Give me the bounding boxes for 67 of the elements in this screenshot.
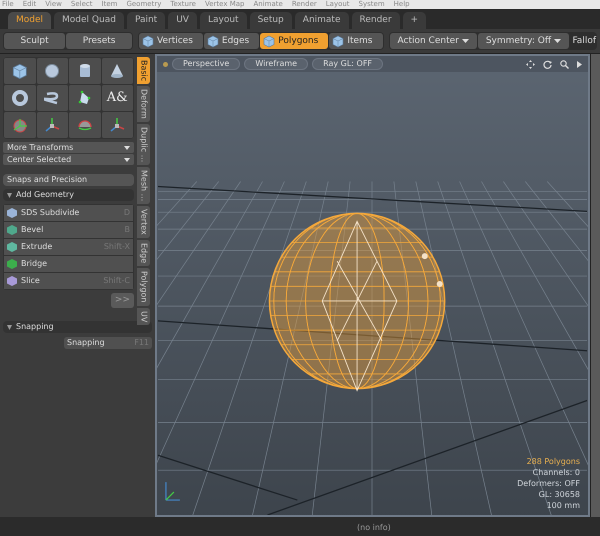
status-text: (no info): [357, 522, 391, 534]
move-icon[interactable]: [526, 60, 535, 68]
viewport-button[interactable]: Perspective: [172, 58, 240, 70]
tab[interactable]: Render: [352, 12, 400, 29]
tool-button[interactable]: Bridge: [4, 256, 133, 272]
side-tab[interactable]: Mesh ...: [137, 167, 150, 204]
toolbar-label[interactable]: Fallof: [572, 33, 596, 49]
dropdown-button[interactable]: Symmetry: Off: [478, 33, 570, 49]
viewport[interactable]: Perspective Wireframe Ray GL: OFF 288 Polygons Channels: 0 Deformers: OFF GL: 30658 100 mm: [155, 54, 590, 517]
info-text: 288 Polygons: [526, 456, 580, 467]
side-tab[interactable]: Duplic ...: [137, 124, 150, 166]
spiral-icon[interactable]: [44, 90, 60, 106]
cube-icon: [332, 34, 344, 48]
dropdown[interactable]: More Transforms: [3, 142, 134, 153]
side-tab[interactable]: Edge: [137, 240, 150, 266]
tab[interactable]: Setup: [250, 12, 292, 29]
toolbar-button[interactable]: Sculpt: [4, 33, 66, 49]
caret-icon: [462, 39, 469, 43]
mode-button[interactable]: Edges: [204, 33, 260, 49]
tab[interactable]: Paint: [126, 12, 166, 29]
caret-icon: [124, 158, 130, 162]
axes-icon[interactable]: [109, 117, 126, 133]
cone-icon[interactable]: [109, 63, 126, 79]
cube-icon: [263, 34, 276, 48]
caret-icon: [124, 146, 130, 150]
tab[interactable]: Layout: [200, 12, 247, 29]
search-icon[interactable]: [560, 60, 569, 68]
tab[interactable]: Model: [8, 12, 52, 29]
side-tab[interactable]: Basic: [137, 57, 150, 84]
play-arrow-icon[interactable]: [577, 60, 582, 68]
pen-icon[interactable]: [76, 90, 93, 106]
expand-arrow-icon: [7, 192, 12, 198]
section-header[interactable]: Snapping: [3, 321, 152, 333]
side-tab[interactable]: UV: [137, 308, 150, 326]
rotate-icon[interactable]: [543, 60, 552, 68]
tab[interactable]: Animate: [294, 12, 348, 29]
snaps-button[interactable]: Snaps and Precision: [3, 174, 134, 186]
mode-button[interactable]: Polygons: [260, 33, 328, 49]
sphere-icon[interactable]: [44, 63, 60, 79]
caret-icon: [554, 39, 562, 43]
viewport-button[interactable]: Ray GL: OFF: [312, 58, 384, 70]
cube-icon: [142, 34, 154, 48]
toolbar-button[interactable]: Presets: [66, 33, 132, 49]
axes-icon[interactable]: [44, 117, 60, 133]
tab[interactable]: Model Quad: [54, 12, 124, 29]
torus-icon[interactable]: [12, 90, 28, 106]
cube-icon: [206, 34, 219, 48]
viewport-button[interactable]: Wireframe: [244, 58, 308, 70]
info-text: Deformers: OFF: [517, 478, 580, 489]
dropdown-button[interactable]: Action Center: [390, 33, 477, 49]
expand-arrow-icon: [7, 324, 12, 330]
side-tab[interactable]: Vertex: [137, 206, 150, 238]
side-tab[interactable]: Deform: [137, 86, 150, 122]
status-dot-icon: [163, 62, 168, 66]
info-text: 100 mm: [546, 500, 580, 511]
info-text: Channels: 0: [532, 467, 580, 478]
section-header[interactable]: Add Geometry: [3, 189, 134, 201]
gizmo-icon[interactable]: [12, 117, 28, 133]
info-text: GL: 30658: [538, 489, 580, 500]
mode-button[interactable]: Items: [329, 33, 382, 49]
cube-icon[interactable]: [12, 63, 28, 79]
mode-button[interactable]: Vertices: [139, 33, 203, 49]
tab[interactable]: UV: [168, 12, 197, 29]
axis-gizmo-icon: [165, 482, 180, 501]
tab[interactable]: +: [402, 12, 426, 29]
dropdown[interactable]: Center Selected: [3, 154, 134, 165]
side-tab[interactable]: Polygon: [137, 268, 150, 306]
